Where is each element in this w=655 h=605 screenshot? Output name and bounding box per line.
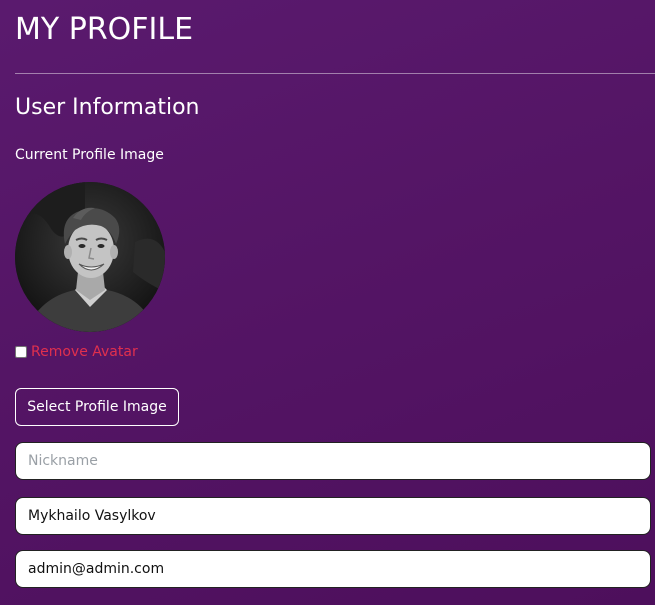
title-divider	[15, 73, 655, 74]
select-profile-image-button[interactable]: Select Profile Image	[15, 388, 179, 426]
avatar-photo-icon	[15, 182, 165, 332]
email-input[interactable]	[15, 550, 651, 588]
remove-avatar-row: Remove Avatar	[15, 342, 138, 362]
remove-avatar-label[interactable]: Remove Avatar	[31, 342, 138, 362]
current-profile-image-label: Current Profile Image	[15, 147, 164, 163]
profile-page: MY PROFILE User Information Current Prof…	[0, 0, 655, 605]
remove-avatar-checkbox[interactable]	[15, 346, 27, 358]
nickname-input[interactable]	[15, 442, 651, 480]
full-name-input[interactable]	[15, 497, 651, 535]
page-title: MY PROFILE	[15, 12, 194, 47]
avatar	[15, 182, 165, 332]
section-title: User Information	[15, 95, 200, 120]
